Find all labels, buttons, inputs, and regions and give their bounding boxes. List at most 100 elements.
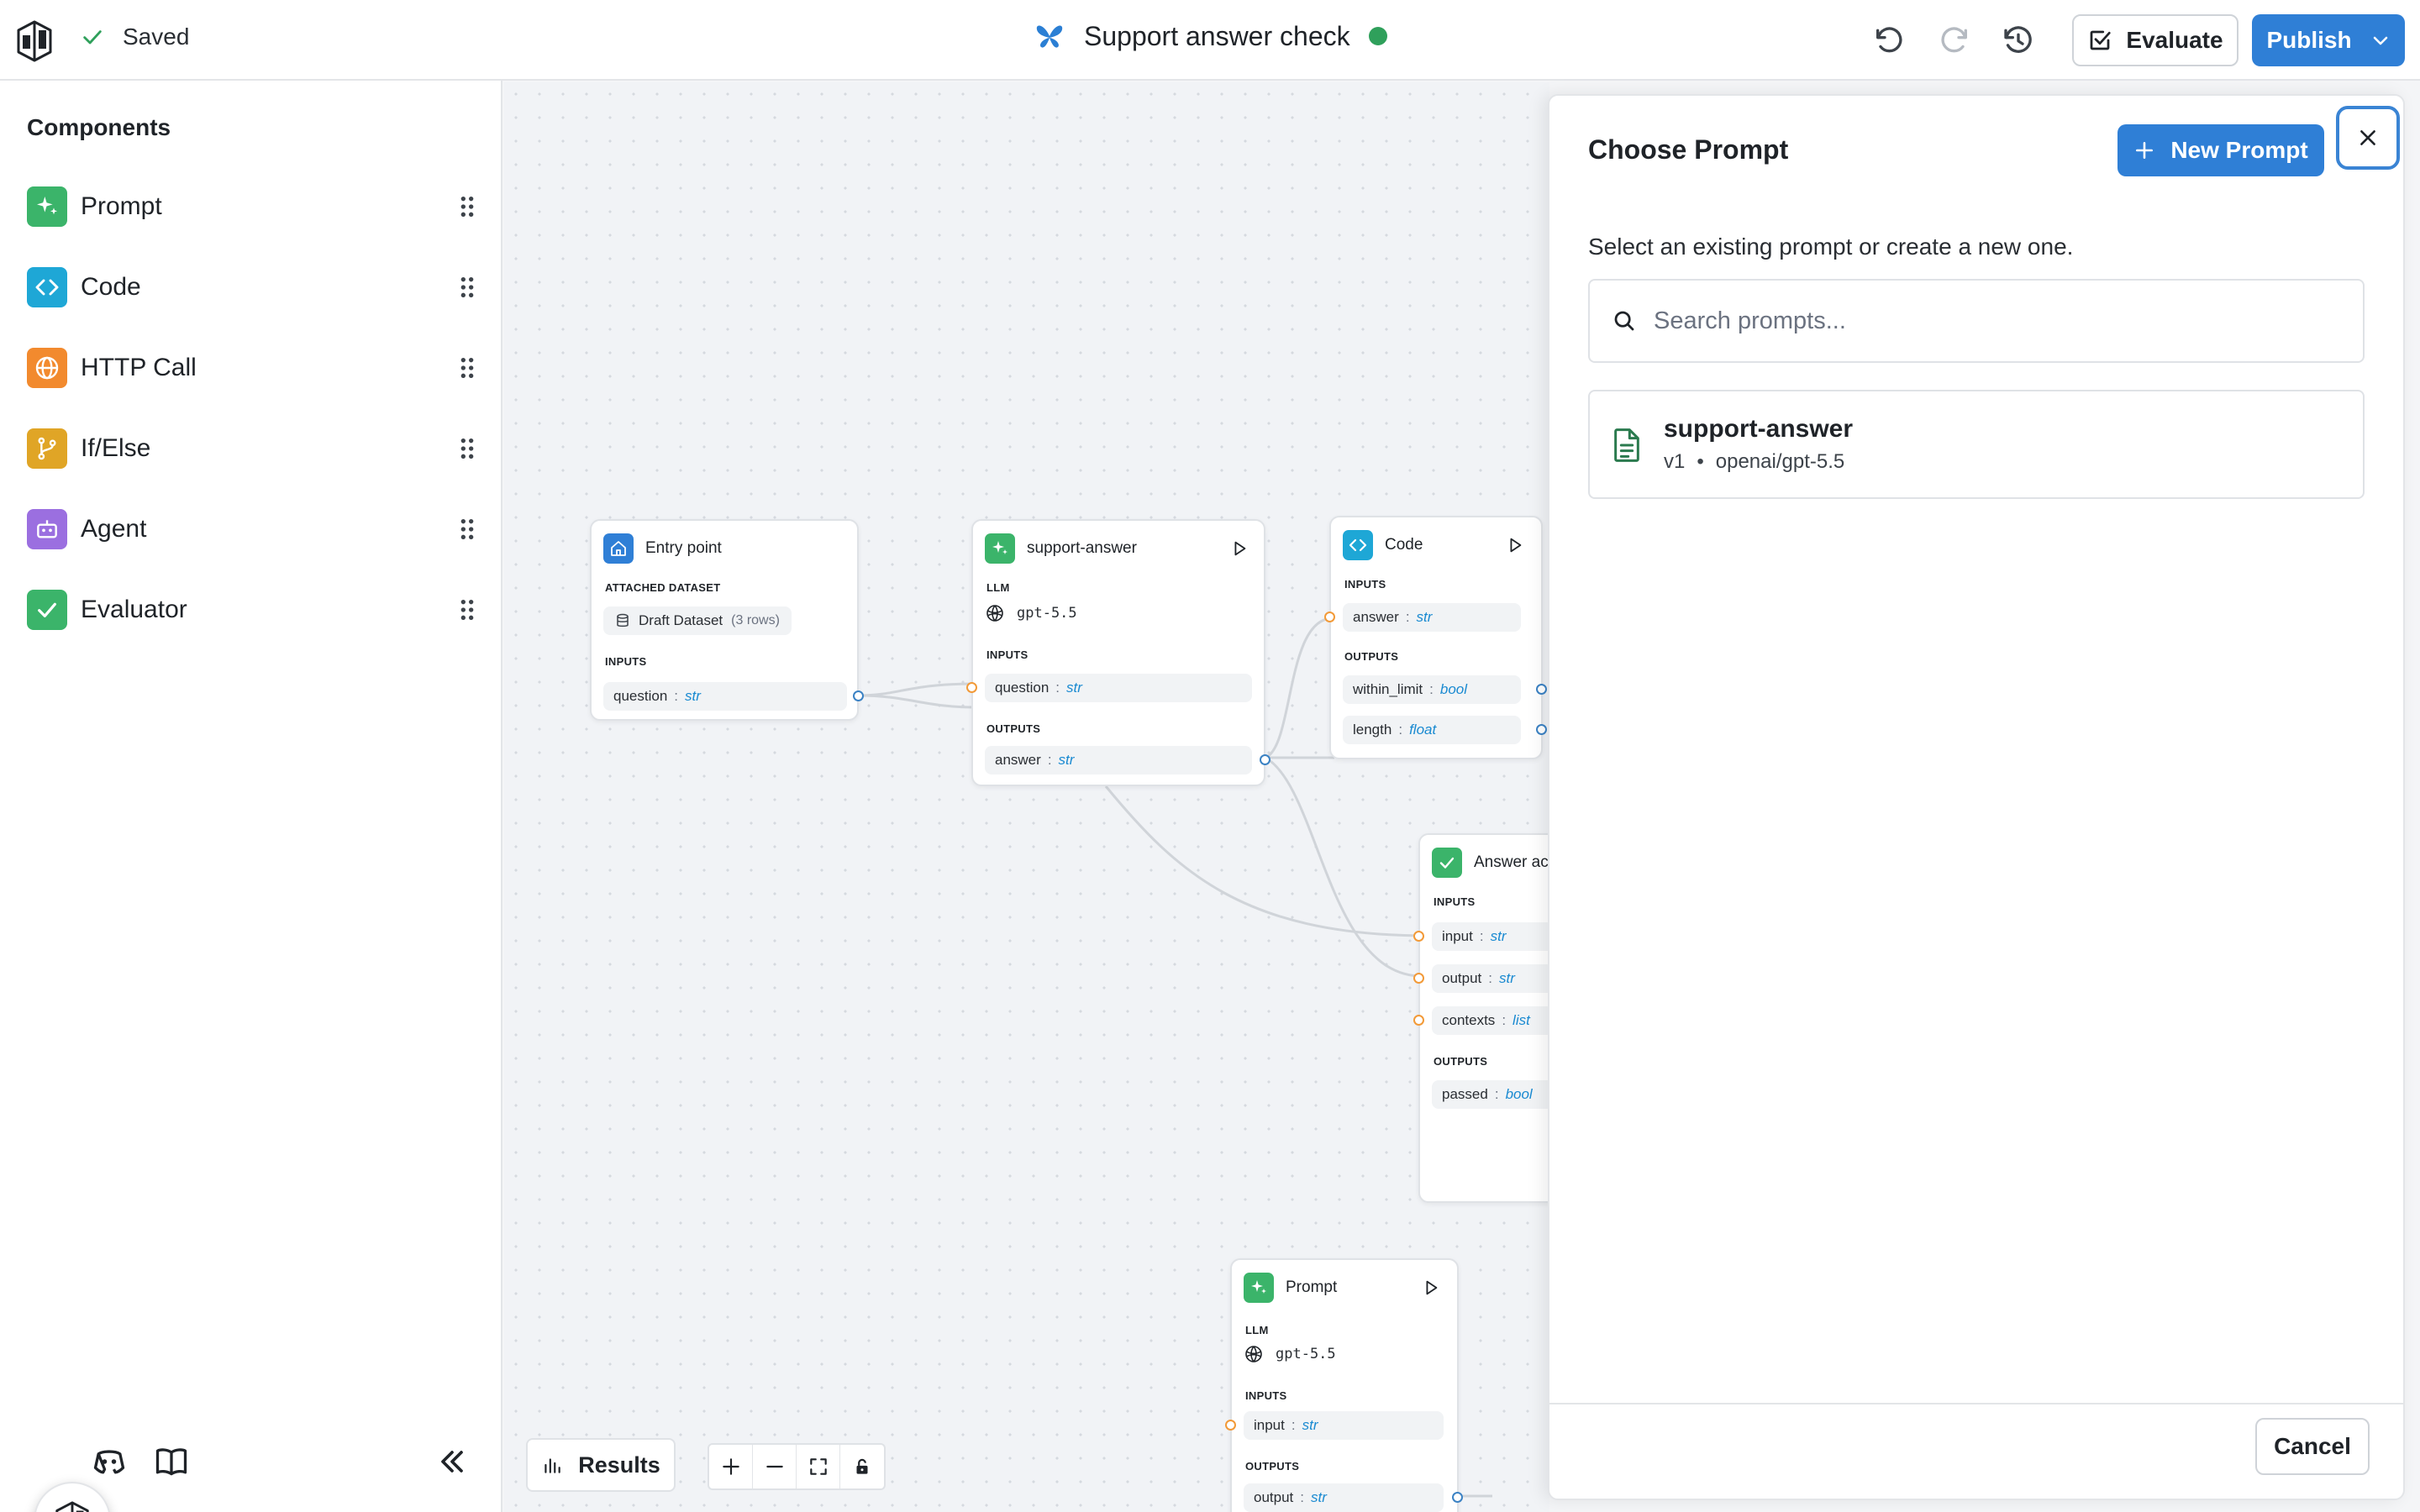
input-port[interactable] (1413, 973, 1424, 984)
support-answer-node[interactable]: support-answer LLM gpt-5.5 INPUTS questi… (966, 519, 1270, 786)
collapse-sidebar-icon[interactable] (434, 1443, 471, 1480)
butterfly-icon (1036, 25, 1063, 48)
output-field: answer: str (985, 746, 1252, 774)
sidebar-item-http-call[interactable]: HTTP Call (27, 344, 481, 391)
zoom-in-button[interactable] (709, 1445, 753, 1488)
input-port[interactable] (1324, 612, 1335, 622)
edge-support-to-eval-output (1265, 756, 1423, 978)
input-field: question: str (603, 682, 847, 711)
play-icon[interactable] (1230, 539, 1249, 558)
field-name: input (1254, 1417, 1285, 1433)
app-logo-icon[interactable] (15, 18, 54, 62)
sidebar-item-agent[interactable]: Agent (27, 506, 481, 553)
field-type: str (1066, 680, 1082, 696)
code-icon (27, 267, 67, 307)
evaluator-node[interactable]: Answer ac INPUTS input: str output: str co… (1413, 833, 1549, 1203)
search-box[interactable] (1588, 279, 2365, 363)
code-node[interactable]: Code INPUTS answer: str OUTPUTS within_li… (1324, 516, 1547, 759)
play-icon[interactable] (1506, 536, 1524, 554)
discord-icon[interactable] (91, 1443, 128, 1480)
field-type: str (1499, 970, 1515, 986)
drag-handle-icon[interactable] (454, 274, 481, 301)
input-port[interactable] (1225, 1420, 1236, 1431)
sidebar-item-code[interactable]: Code (27, 264, 481, 311)
close-button[interactable] (2336, 106, 2400, 170)
prompt-name: support-answer (1664, 415, 1854, 443)
llm-model[interactable]: gpt-5.5 (985, 603, 1077, 623)
openai-icon (1245, 1346, 1262, 1362)
outputs-section-label: OUTPUTS (1434, 1055, 1488, 1068)
field-type: str (1311, 1489, 1327, 1505)
undo-icon[interactable] (1872, 24, 1906, 57)
sidebar-item-label: HTTP Call (81, 354, 197, 381)
field-type: str (685, 688, 701, 704)
plus-icon (2136, 142, 2154, 159)
node-title: Entry point (645, 539, 722, 557)
drag-handle-icon[interactable] (454, 435, 481, 462)
openai-icon (986, 605, 1003, 622)
llm-section-label: LLM (1245, 1324, 1269, 1336)
prompt-node[interactable]: Prompt LLM gpt-5.5 INPUTS input: str OUTP… (1225, 1258, 1463, 1512)
field-type: list (1512, 1012, 1530, 1028)
drag-handle-icon[interactable] (454, 193, 481, 220)
input-port[interactable] (1413, 1015, 1424, 1026)
output-port[interactable] (1260, 754, 1270, 765)
zoom-out-button[interactable] (753, 1445, 797, 1488)
redo-icon[interactable] (1938, 24, 1971, 57)
search-input[interactable] (1654, 307, 2343, 335)
choose-prompt-panel: Choose Prompt New Prompt Select an exist… (1548, 94, 2405, 1500)
output-port[interactable] (1452, 1492, 1463, 1503)
drag-handle-icon[interactable] (454, 596, 481, 623)
workflow-canvas[interactable]: Entry point ATTACHED DATASET Draft Datas… (504, 82, 1549, 1512)
input-port[interactable] (966, 682, 977, 693)
results-button[interactable]: Results (526, 1438, 676, 1492)
sparkle-icon (1244, 1273, 1274, 1303)
field-type: bool (1439, 681, 1468, 697)
output-port[interactable] (853, 690, 864, 701)
sidebar-item-evaluator[interactable]: Evaluator (27, 586, 481, 633)
fit-view-button[interactable] (797, 1445, 840, 1488)
publish-button[interactable]: Publish (2252, 14, 2405, 66)
help-chat-button[interactable] (34, 1482, 111, 1512)
entry-point-node[interactable]: Entry point ATTACHED DATASET Draft Datas… (590, 519, 864, 721)
output-port[interactable] (1536, 684, 1547, 695)
workflow-title[interactable]: Support answer check (1034, 20, 1387, 52)
field-type: str (1416, 609, 1433, 625)
new-prompt-button[interactable]: New Prompt (2118, 124, 2324, 176)
sidebar-item-if-else[interactable]: If/Else (27, 425, 481, 472)
sidebar-item-label: Code (81, 273, 141, 301)
lock-button[interactable] (840, 1445, 884, 1488)
output-field: passed: bool (1432, 1080, 1549, 1109)
input-field: question: str (985, 674, 1252, 702)
sparkle-icon (985, 533, 1015, 564)
drag-handle-icon[interactable] (454, 516, 481, 543)
model-name: gpt-5.5 (1017, 605, 1077, 622)
evaluate-button[interactable]: Evaluate (2072, 14, 2238, 66)
input-port[interactable] (1413, 931, 1424, 942)
node-title: Code (1385, 536, 1423, 554)
cancel-button[interactable]: Cancel (2255, 1418, 2370, 1475)
field-name: answer (1353, 609, 1399, 625)
components-sidebar: Components Prompt Code HTTP Call If/Else… (0, 81, 502, 1512)
output-field: within_limit: bool (1343, 675, 1521, 704)
minus-icon (765, 1465, 783, 1468)
field-type: str (1302, 1417, 1318, 1433)
checkbox-icon (2091, 30, 2112, 50)
book-icon[interactable] (153, 1443, 190, 1480)
output-port[interactable] (1536, 724, 1547, 735)
llm-model[interactable]: gpt-5.5 (1244, 1344, 1336, 1364)
node-header: Code (1343, 529, 1423, 561)
prompt-list-item[interactable]: support-answer v1 • openai/gpt-5.5 (1588, 390, 2365, 499)
node-title: support-answer (1027, 539, 1137, 557)
document-icon (1614, 428, 1639, 462)
save-status: Saved (81, 24, 189, 50)
lock-icon (856, 1458, 868, 1474)
drag-handle-icon[interactable] (454, 354, 481, 381)
sidebar-item-prompt[interactable]: Prompt (27, 183, 481, 230)
history-icon[interactable] (2002, 24, 2035, 57)
bar-chart-icon (544, 1458, 560, 1473)
play-icon[interactable] (1422, 1278, 1440, 1297)
inputs-section-label: INPUTS (605, 655, 647, 668)
attached-dataset[interactable]: Draft Dataset (3 rows) (603, 606, 792, 635)
sidebar-title: Components (27, 114, 171, 140)
